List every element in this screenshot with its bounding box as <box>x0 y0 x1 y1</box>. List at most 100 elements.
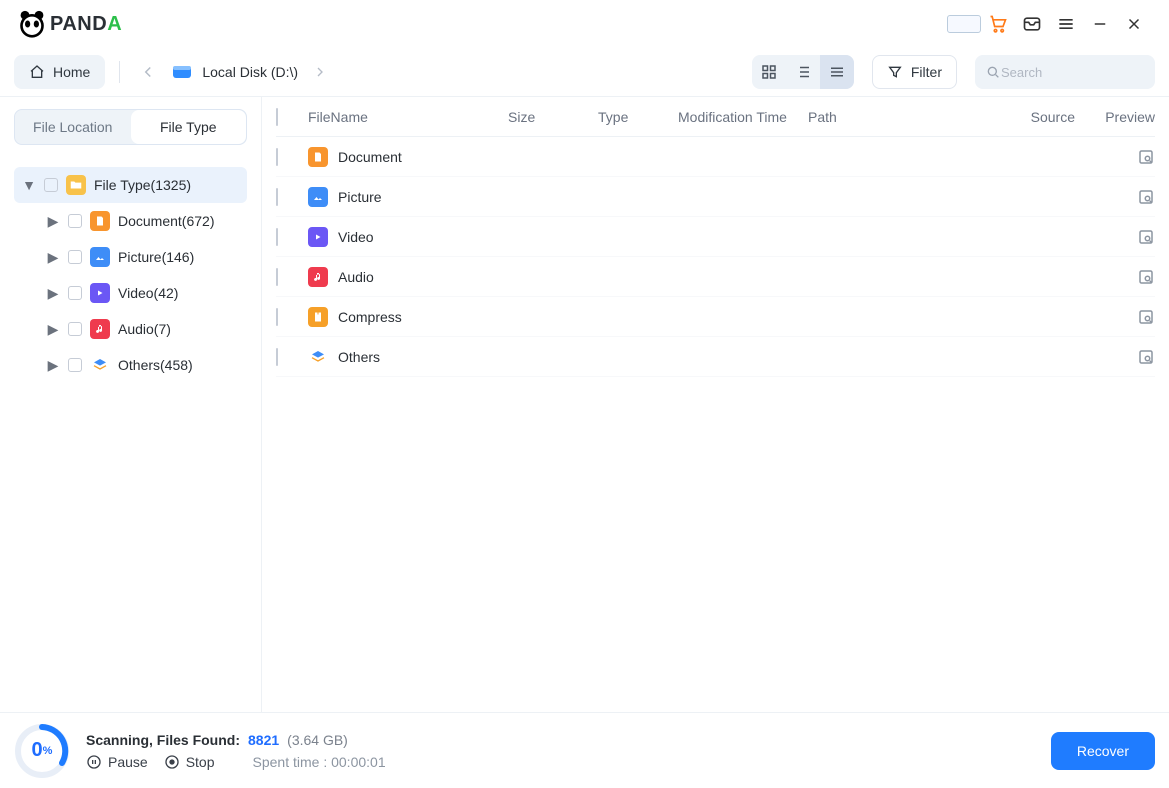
table-row[interactable]: Audio <box>276 257 1155 297</box>
tree-item-others[interactable]: ▶ Others(458) <box>38 347 247 383</box>
chevron-right-icon[interactable]: ▶ <box>46 357 60 374</box>
search-input[interactable] <box>1001 65 1169 80</box>
checkbox[interactable] <box>276 148 278 166</box>
app-brand: PANDA <box>50 13 122 36</box>
picture-icon <box>90 247 110 267</box>
checkbox[interactable] <box>68 322 82 336</box>
pause-label: Pause <box>108 754 148 770</box>
chevron-right-icon[interactable]: ▶ <box>46 213 60 230</box>
tree-item-document[interactable]: ▶ Document(672) <box>38 203 247 239</box>
checkbox[interactable] <box>276 188 278 206</box>
progress-percent: 0 <box>32 739 43 762</box>
checkbox[interactable] <box>276 308 278 326</box>
tree-item-label: Video(42) <box>118 285 178 301</box>
checkbox[interactable] <box>68 286 82 300</box>
view-list-button[interactable] <box>820 55 854 89</box>
checkbox-all[interactable] <box>276 108 278 126</box>
video-icon <box>90 283 110 303</box>
view-grid-button[interactable] <box>752 55 786 89</box>
tree: ▼ File Type(1325) ▶ Document(672) ▶ Pict… <box>14 167 247 383</box>
view-detail-button[interactable] <box>786 55 820 89</box>
col-source[interactable]: Source <box>995 109 1075 125</box>
col-filename[interactable]: FileName <box>308 109 508 125</box>
table-row[interactable]: Video <box>276 217 1155 257</box>
others-icon <box>308 347 328 367</box>
preview-icon[interactable] <box>1137 348 1155 366</box>
search-icon <box>985 64 1001 80</box>
table-header: FileName Size Type Modification Time Pat… <box>276 97 1155 137</box>
breadcrumb-disk[interactable]: Local Disk (D:\) <box>202 64 298 80</box>
status-label: Scanning, Files Found: <box>86 732 240 748</box>
spent-time: Spent time : 00:00:01 <box>253 754 386 770</box>
menu-icon[interactable] <box>1049 9 1083 39</box>
col-size[interactable]: Size <box>508 109 598 125</box>
checkbox[interactable] <box>276 348 278 366</box>
chevron-right-icon[interactable]: ▶ <box>46 321 60 338</box>
inbox-icon[interactable] <box>1015 9 1049 39</box>
home-label: Home <box>53 64 90 80</box>
table-row[interactable]: Compress <box>276 297 1155 337</box>
tree-item-audio[interactable]: ▶ Audio(7) <box>38 311 247 347</box>
search-field[interactable] <box>975 55 1155 89</box>
tab-file-location[interactable]: File Location <box>15 110 131 144</box>
chevron-right-icon <box>306 55 334 89</box>
checkbox[interactable] <box>68 358 82 372</box>
chevron-down-icon[interactable]: ▼ <box>22 177 36 193</box>
filter-button[interactable]: Filter <box>872 55 957 89</box>
tree-item-label: Audio(7) <box>118 321 171 337</box>
panda-face-icon <box>18 10 46 38</box>
row-name: Document <box>338 149 402 165</box>
tree-item-picture[interactable]: ▶ Picture(146) <box>38 239 247 275</box>
col-path[interactable]: Path <box>808 109 995 125</box>
filter-label: Filter <box>911 64 942 80</box>
preview-icon[interactable] <box>1137 308 1155 326</box>
stop-button[interactable]: Stop <box>164 754 215 770</box>
document-icon <box>90 211 110 231</box>
preview-icon[interactable] <box>1137 268 1155 286</box>
preview-icon[interactable] <box>1137 188 1155 206</box>
tab-file-type[interactable]: File Type <box>131 110 247 144</box>
tree-item-label: Picture(146) <box>118 249 194 265</box>
col-type[interactable]: Type <box>598 109 678 125</box>
checkbox[interactable] <box>276 228 278 246</box>
stop-icon <box>164 754 180 770</box>
checkbox[interactable] <box>276 268 278 286</box>
found-size: (3.64 GB) <box>287 732 348 748</box>
pause-button[interactable]: Pause <box>86 754 148 770</box>
app-logo: PANDA <box>18 10 122 38</box>
row-name: Others <box>338 349 380 365</box>
table-row[interactable]: Document <box>276 137 1155 177</box>
tree-item-label: Document(672) <box>118 213 215 229</box>
tree-root[interactable]: ▼ File Type(1325) <box>14 167 247 203</box>
account-badge[interactable] <box>947 9 981 39</box>
minimize-button[interactable] <box>1083 9 1117 39</box>
preview-icon[interactable] <box>1137 148 1155 166</box>
row-name: Video <box>338 229 374 245</box>
recover-button[interactable]: Recover <box>1051 732 1155 770</box>
found-count: 8821 <box>248 732 279 748</box>
table-row[interactable]: Picture <box>276 177 1155 217</box>
checkbox[interactable] <box>68 250 82 264</box>
home-button[interactable]: Home <box>14 55 105 89</box>
view-mode-group <box>752 55 854 89</box>
chevron-right-icon[interactable]: ▶ <box>46 285 60 302</box>
back-button[interactable] <box>134 55 162 89</box>
stop-label: Stop <box>186 754 215 770</box>
row-name: Compress <box>338 309 402 325</box>
table-row[interactable]: Others <box>276 337 1155 377</box>
checkbox[interactable] <box>44 178 58 192</box>
col-preview[interactable]: Preview <box>1075 109 1155 125</box>
close-button[interactable] <box>1117 9 1151 39</box>
folder-icon <box>66 175 86 195</box>
checkbox[interactable] <box>68 214 82 228</box>
body: File Location File Type ▼ File Type(1325… <box>0 96 1169 712</box>
preview-icon[interactable] <box>1137 228 1155 246</box>
cart-icon[interactable] <box>981 9 1015 39</box>
document-icon <box>308 147 328 167</box>
col-mtime[interactable]: Modification Time <box>678 109 808 125</box>
row-name: Audio <box>338 269 374 285</box>
progress-unit: % <box>43 745 53 757</box>
chevron-right-icon[interactable]: ▶ <box>46 249 60 266</box>
tree-item-video[interactable]: ▶ Video(42) <box>38 275 247 311</box>
row-name: Picture <box>338 189 382 205</box>
